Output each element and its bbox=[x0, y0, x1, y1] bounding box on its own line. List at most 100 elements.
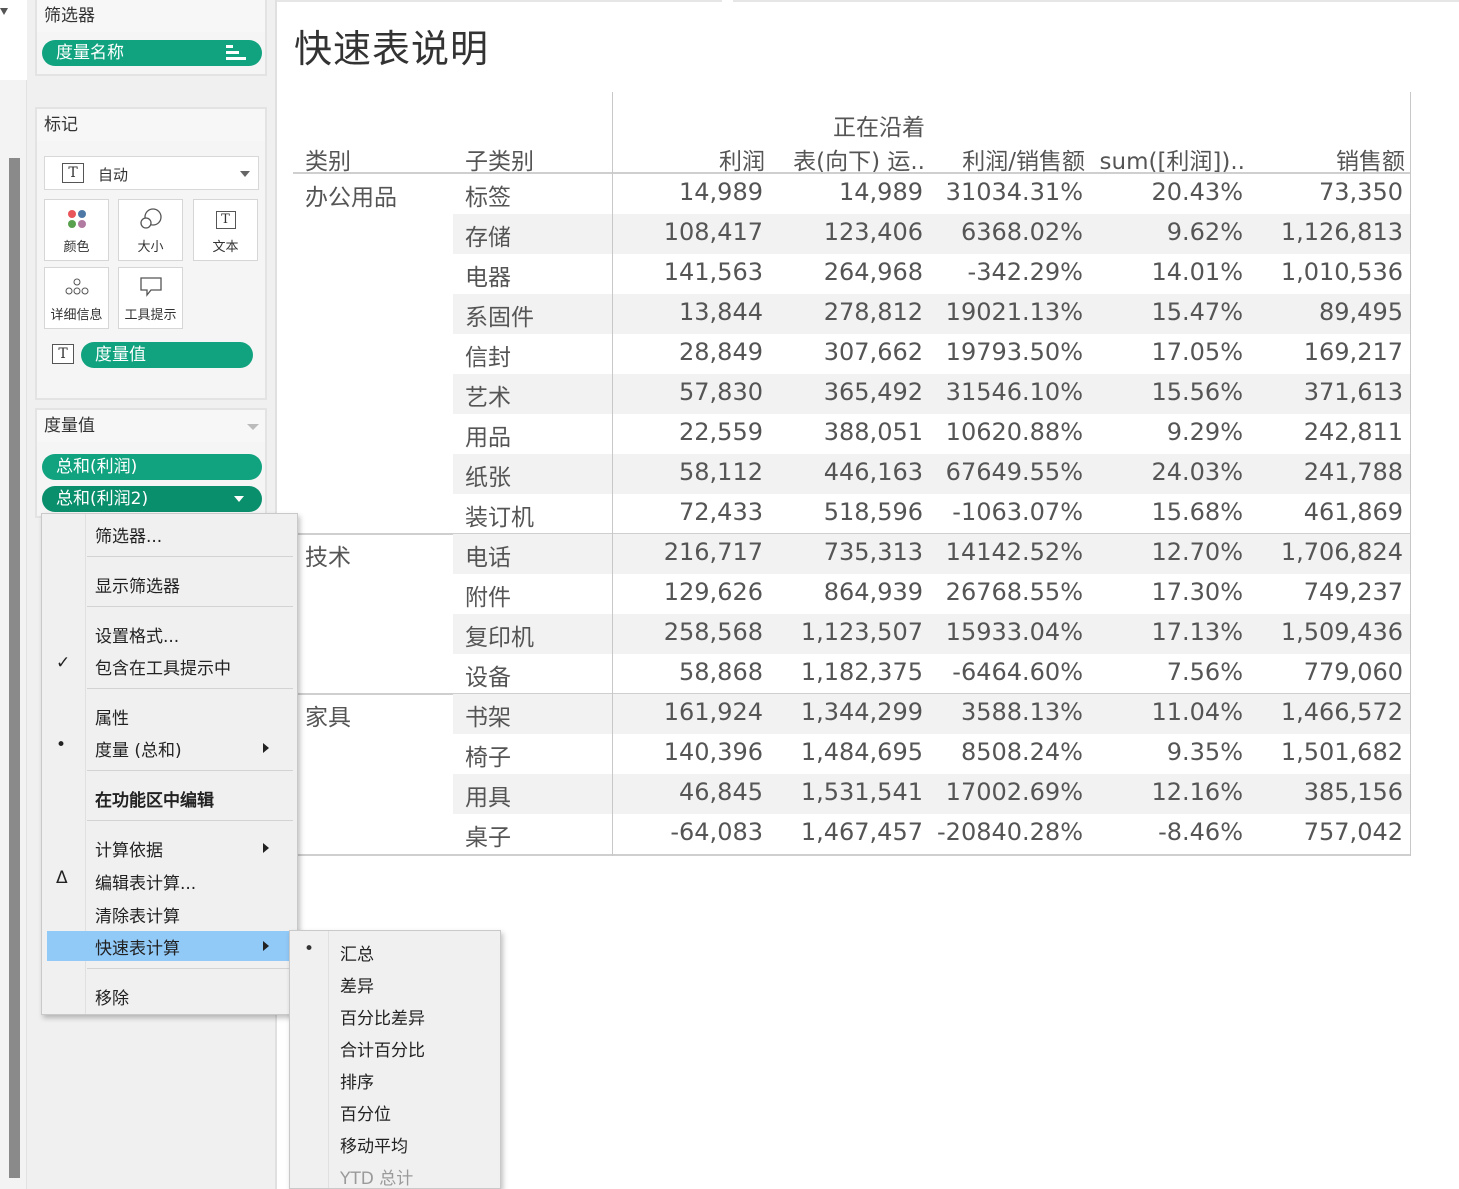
value-cell[interactable]: 371,613 bbox=[1304, 378, 1403, 406]
menu-item-quick-table-calc[interactable]: 快速表计算 bbox=[47, 931, 289, 961]
value-cell[interactable]: -6464.60% bbox=[952, 658, 1083, 686]
value-cell[interactable]: 757,042 bbox=[1304, 818, 1403, 846]
value-cell[interactable]: 10620.88% bbox=[946, 418, 1083, 446]
left-scrollbar[interactable] bbox=[9, 158, 20, 1178]
value-cell[interactable]: 14,989 bbox=[679, 178, 763, 206]
chevron-down-icon[interactable] bbox=[247, 424, 259, 430]
value-cell[interactable]: 11.04% bbox=[1151, 698, 1243, 726]
submenu-item-percent-difference[interactable]: 百分比差异 bbox=[290, 999, 500, 1029]
value-cell[interactable]: 31546.10% bbox=[946, 378, 1083, 406]
value-cell[interactable]: 216,717 bbox=[664, 538, 763, 566]
value-cell[interactable]: 17.05% bbox=[1151, 338, 1243, 366]
category-cell[interactable]: 技术 bbox=[305, 538, 351, 572]
menu-item-measure-sum[interactable]: • 度量 (总和) bbox=[47, 733, 289, 763]
header-running-total-line1[interactable]: 正在沿着 bbox=[833, 108, 925, 142]
value-cell[interactable]: 28,849 bbox=[679, 338, 763, 366]
menu-item-remove[interactable]: 移除 bbox=[47, 981, 289, 1011]
subcategory-cell[interactable]: 信封 bbox=[465, 338, 511, 372]
value-cell[interactable]: 108,417 bbox=[664, 218, 763, 246]
value-cell[interactable]: -64,083 bbox=[670, 818, 763, 846]
measure-pill-profit[interactable]: 总和(利润) bbox=[42, 454, 262, 480]
value-cell[interactable]: 140,396 bbox=[664, 738, 763, 766]
header-profit-ratio[interactable]: 利润/销售额 bbox=[962, 142, 1085, 176]
value-cell[interactable]: 1,531,541 bbox=[801, 778, 923, 806]
subcategory-cell[interactable]: 桌子 bbox=[465, 818, 511, 852]
value-cell[interactable]: 8508.24% bbox=[961, 738, 1083, 766]
measure-pill-profit2[interactable]: 总和(利润2) bbox=[42, 486, 262, 512]
value-cell[interactable]: 1,501,682 bbox=[1281, 738, 1403, 766]
marks-field-pill[interactable]: 度量值 bbox=[81, 342, 253, 368]
value-cell[interactable]: 461,869 bbox=[1304, 498, 1403, 526]
subcategory-cell[interactable]: 用品 bbox=[465, 418, 511, 452]
menu-item-include-tooltip[interactable]: ✓ 包含在工具提示中 bbox=[47, 651, 289, 681]
value-cell[interactable]: 779,060 bbox=[1304, 658, 1403, 686]
value-cell[interactable]: 7.56% bbox=[1167, 658, 1243, 686]
value-cell[interactable]: -20840.28% bbox=[937, 818, 1083, 846]
menu-item-compute-using[interactable]: 计算依据 bbox=[47, 833, 289, 863]
header-subcategory[interactable]: 子类别 bbox=[465, 142, 534, 176]
subcategory-cell[interactable]: 装订机 bbox=[465, 498, 534, 532]
value-cell[interactable]: 1,182,375 bbox=[801, 658, 923, 686]
value-cell[interactable]: 161,924 bbox=[664, 698, 763, 726]
value-cell[interactable]: 1,466,572 bbox=[1281, 698, 1403, 726]
value-cell[interactable]: 14,989 bbox=[839, 178, 923, 206]
value-cell[interactable]: 31034.31% bbox=[946, 178, 1083, 206]
subcategory-cell[interactable]: 存储 bbox=[465, 218, 511, 252]
subcategory-cell[interactable]: 椅子 bbox=[465, 738, 511, 772]
chevron-down-icon[interactable] bbox=[234, 496, 244, 502]
value-cell[interactable]: 6368.02% bbox=[961, 218, 1083, 246]
value-cell[interactable]: 1,467,457 bbox=[801, 818, 923, 846]
value-cell[interactable]: 123,406 bbox=[824, 218, 923, 246]
menu-item-format[interactable]: 设置格式... bbox=[47, 619, 289, 649]
subcategory-cell[interactable]: 系固件 bbox=[465, 298, 534, 332]
value-cell[interactable]: 388,051 bbox=[824, 418, 923, 446]
value-cell[interactable]: 73,350 bbox=[1319, 178, 1403, 206]
value-cell[interactable]: 385,156 bbox=[1304, 778, 1403, 806]
subcategory-cell[interactable]: 复印机 bbox=[465, 618, 534, 652]
subcategory-cell[interactable]: 书架 bbox=[465, 698, 511, 732]
value-cell[interactable]: 19793.50% bbox=[946, 338, 1083, 366]
value-cell[interactable]: 20.43% bbox=[1151, 178, 1243, 206]
submenu-item-percentile[interactable]: 百分位 bbox=[290, 1095, 500, 1125]
value-cell[interactable]: 278,812 bbox=[824, 298, 923, 326]
value-cell[interactable]: 58,868 bbox=[679, 658, 763, 686]
text-button[interactable]: T 文本 bbox=[193, 199, 258, 261]
value-cell[interactable]: 307,662 bbox=[824, 338, 923, 366]
header-sum-profit-pct[interactable]: sum([利润]).. bbox=[1100, 142, 1245, 176]
value-cell[interactable]: 24.03% bbox=[1151, 458, 1243, 486]
value-cell[interactable]: 58,112 bbox=[679, 458, 763, 486]
value-cell[interactable]: 264,968 bbox=[824, 258, 923, 286]
header-category[interactable]: 类别 bbox=[305, 142, 351, 176]
value-cell[interactable]: 14142.52% bbox=[946, 538, 1083, 566]
value-cell[interactable]: 17.30% bbox=[1151, 578, 1243, 606]
value-cell[interactable]: 1,010,536 bbox=[1281, 258, 1403, 286]
value-cell[interactable]: 15.47% bbox=[1151, 298, 1243, 326]
value-cell[interactable]: 17002.69% bbox=[946, 778, 1083, 806]
value-cell[interactable]: 1,706,824 bbox=[1281, 538, 1403, 566]
value-cell[interactable]: 141,563 bbox=[664, 258, 763, 286]
value-cell[interactable]: 735,313 bbox=[824, 538, 923, 566]
value-cell[interactable]: 19021.13% bbox=[946, 298, 1083, 326]
subcategory-cell[interactable]: 电话 bbox=[465, 538, 511, 572]
value-cell[interactable]: 1,123,507 bbox=[801, 618, 923, 646]
category-cell[interactable]: 家具 bbox=[305, 698, 351, 732]
value-cell[interactable]: 365,492 bbox=[824, 378, 923, 406]
value-cell[interactable]: 749,237 bbox=[1304, 578, 1403, 606]
value-cell[interactable]: 72,433 bbox=[679, 498, 763, 526]
tooltip-button[interactable]: 工具提示 bbox=[118, 267, 183, 329]
value-cell[interactable]: 169,217 bbox=[1304, 338, 1403, 366]
menu-item-filter[interactable]: 筛选器... bbox=[47, 519, 289, 549]
value-cell[interactable]: 129,626 bbox=[664, 578, 763, 606]
value-cell[interactable]: -8.46% bbox=[1158, 818, 1243, 846]
menu-item-show-filter[interactable]: 显示筛选器 bbox=[47, 569, 289, 599]
value-cell[interactable]: 12.16% bbox=[1151, 778, 1243, 806]
value-cell[interactable]: 12.70% bbox=[1151, 538, 1243, 566]
submenu-item-difference[interactable]: 差异 bbox=[290, 967, 500, 997]
value-cell[interactable]: 258,568 bbox=[664, 618, 763, 646]
menu-item-edit-in-shelf[interactable]: 在功能区中编辑 bbox=[47, 783, 289, 813]
value-cell[interactable]: 1,484,695 bbox=[801, 738, 923, 766]
header-profit[interactable]: 利润 bbox=[719, 142, 765, 176]
category-cell[interactable]: 办公用品 bbox=[305, 178, 397, 212]
color-button[interactable]: 颜色 bbox=[44, 199, 109, 261]
subcategory-cell[interactable]: 用具 bbox=[465, 778, 511, 812]
